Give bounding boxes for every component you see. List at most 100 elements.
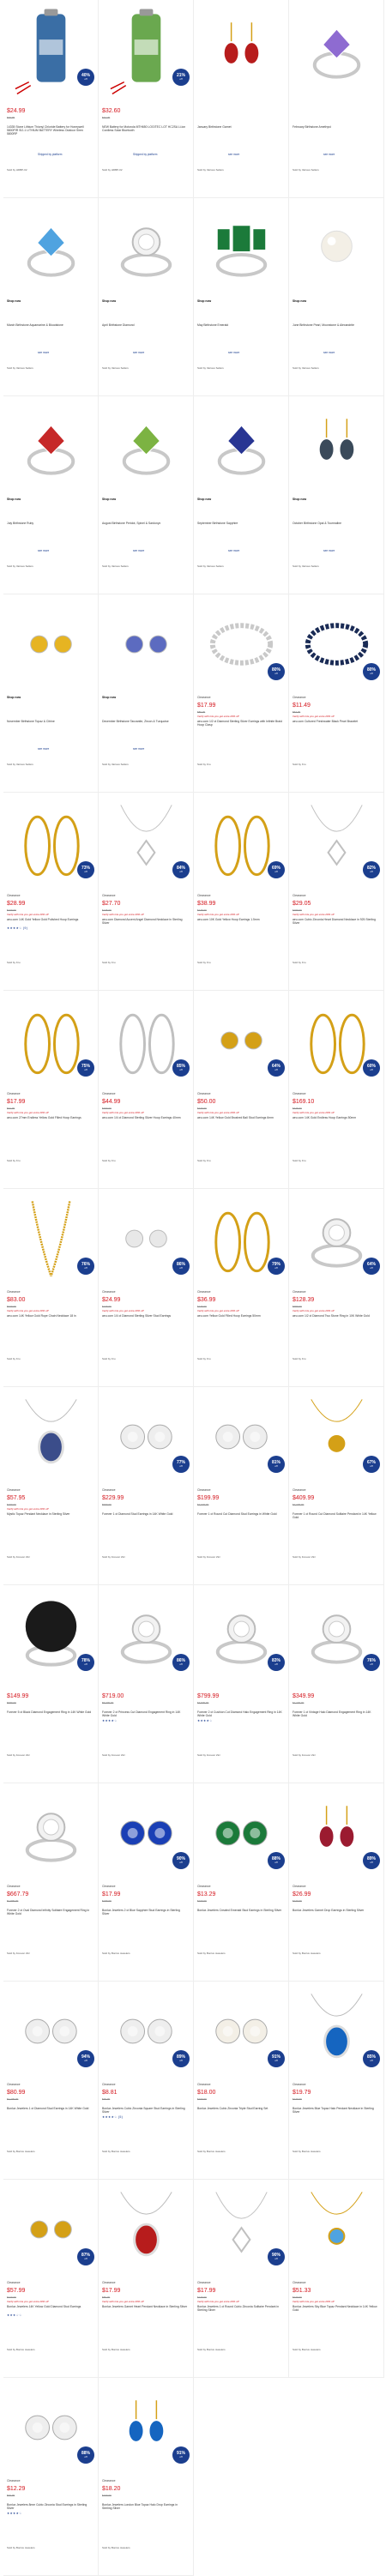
product-title[interactable]: August Birthstone Peridot, Spinel & Sard… bbox=[102, 522, 188, 525]
product-title[interactable]: aeu.com 1/2 ct Diamond Sterling Silver E… bbox=[197, 720, 283, 727]
product-image[interactable] bbox=[102, 2181, 190, 2277]
product-tile[interactable]: Clearance $17.99 $89.99 Verify with lots… bbox=[99, 2180, 194, 2378]
product-title[interactable]: May Birthstone Emerald bbox=[197, 323, 283, 327]
product-tile[interactable]: 67% off Clearance $409.99 $1,239.99 Forev… bbox=[289, 1387, 384, 1585]
product-tile[interactable]: 94% off Clearance $80.99 $1,299.99 Bonlux… bbox=[3, 1982, 99, 2180]
product-tile[interactable]: Clearance $667.79 $1,899.99 Forever 2 ct… bbox=[3, 1783, 99, 1982]
product-tile[interactable]: 81% off Clearance $199.99 $1,049.99 Forev… bbox=[194, 1387, 289, 1585]
product-tile[interactable]: 76% off $349.99 $1,479.99 Forever 1 ct Vi… bbox=[289, 1585, 384, 1783]
product-tag[interactable]: Shop now bbox=[293, 299, 306, 303]
product-tile[interactable]: 79% off Clearance $36.99 $179.99 Verify w… bbox=[194, 1189, 289, 1387]
product-title[interactable]: September Birthstone Sapphire bbox=[197, 522, 283, 525]
product-title[interactable]: Bonlux Jewelers 1 ct Diamond Stud Earrin… bbox=[7, 2107, 93, 2110]
product-tile[interactable]: 80% off Clearance $17.99 $89.99 Verify wi… bbox=[194, 594, 289, 793]
product-tile[interactable]: 90% off Clearance $17.99 $179.99 Verify w… bbox=[194, 2180, 289, 2378]
product-title[interactable]: Forever 5 ct Black Diamond Engagement Ri… bbox=[7, 1710, 93, 1714]
product-title[interactable]: Bonlux Jewelers Blue Topaz Halo Pendant … bbox=[293, 2107, 378, 2114]
product-image[interactable] bbox=[293, 398, 381, 494]
product-title[interactable]: Forever 2 ct Oval Diamond Infinity Solit… bbox=[7, 1909, 93, 1915]
product-tile[interactable]: 89% off Clearance $8.81 $79.99 Bonlux Jew… bbox=[99, 1982, 194, 2180]
product-image[interactable] bbox=[102, 200, 190, 296]
product-title[interactable]: Bonlux Jewelers Cubic Zirconia Triple St… bbox=[197, 2107, 283, 2110]
product-tile[interactable]: 82% off Clearance $29.05 $159.99 Verify w… bbox=[289, 793, 384, 991]
product-tile[interactable]: 69% off Clearance $38.99 $125.99 Verify w… bbox=[194, 793, 289, 991]
see-more-link[interactable]: see more bbox=[323, 153, 335, 156]
product-tile[interactable]: 21% off $32.60 $41.29 NEW Battery for Mot… bbox=[99, 0, 194, 198]
product-title[interactable]: November Birthstone Topaz & Citrine bbox=[7, 720, 93, 723]
see-more-link[interactable]: see more bbox=[228, 153, 239, 156]
product-title[interactable]: Forever 1 ct Round Cut Diamond Stud Earr… bbox=[197, 1512, 283, 1516]
product-image[interactable] bbox=[7, 1785, 95, 1881]
product-image[interactable] bbox=[197, 2, 286, 98]
product-tile[interactable]: 40% off $24.99 $40.99 14335 Stone Lithium… bbox=[3, 0, 99, 198]
product-tile[interactable]: 86% off $719.00 $5,099.99 Forever 2 ct Pr… bbox=[99, 1585, 194, 1783]
product-title[interactable]: July Birthstone Ruby bbox=[7, 522, 93, 525]
product-tile[interactable]: 75% off Clearance $17.99 $71.99 Verify wi… bbox=[3, 991, 99, 1189]
product-image[interactable] bbox=[7, 200, 95, 296]
product-title[interactable]: Bonlux Jewelers 8mm Cubic Zirconia Stud … bbox=[7, 2503, 93, 2510]
product-title[interactable]: Forever 2 ct Princess Cut Diamond Engage… bbox=[102, 1710, 188, 1717]
product-title[interactable]: aeu.com 1/4 ct Diamond Sterling Silver S… bbox=[102, 1314, 188, 1318]
product-title[interactable]: Forever 2 ct Cushion Cut Diamond Halo En… bbox=[197, 1710, 283, 1717]
product-tile[interactable]: 64% off Clearance $50.00 $139.99 Verify w… bbox=[194, 991, 289, 1189]
product-title[interactable]: April Birthstone Diamond bbox=[102, 323, 188, 327]
product-tile[interactable]: 78% off $149.99 $689.99 Forever 5 ct Blac… bbox=[3, 1585, 99, 1783]
product-tile[interactable]: 91% off Clearance $18.20 $199.99 Bonlux J… bbox=[99, 2378, 194, 2576]
product-tile[interactable]: 77% off Clearance $229.99 $999.99 Forever… bbox=[99, 1387, 194, 1585]
see-more-link[interactable]: see more bbox=[323, 549, 335, 552]
product-title[interactable]: Bonlux Jewelers Garnet Drop Earrings in … bbox=[293, 1909, 378, 1912]
see-more-link[interactable]: see more bbox=[133, 549, 144, 552]
product-title[interactable]: aeu.com Cubic Zirconia Heart Diamond Nec… bbox=[293, 918, 378, 925]
product-tile[interactable]: Shop now August Birthstone Peridot, Spin… bbox=[99, 396, 194, 594]
product-tile[interactable]: 87% off Clearance $57.99 $449.99 Verify w… bbox=[3, 2180, 99, 2378]
product-tile[interactable]: Shop now November Birthstone Topaz & Cit… bbox=[3, 594, 99, 793]
product-title[interactable]: aeu.com Cultured Freshwater Black Pearl … bbox=[293, 720, 378, 723]
product-title[interactable]: aeu.com 14K Yellow Gold Brushed Ball Stu… bbox=[197, 1116, 283, 1119]
product-title[interactable]: March Birthstone Aquamarine & Bloodstone bbox=[7, 323, 93, 327]
see-more-link[interactable]: see more bbox=[323, 351, 335, 354]
product-tag[interactable]: Shop now bbox=[197, 299, 211, 303]
product-tile[interactable]: 90% off Clearance $17.99 $189.99 Bonlux J… bbox=[99, 1783, 194, 1982]
product-title[interactable]: June Birthstone Pearl, Moonstone & Alexa… bbox=[293, 323, 378, 327]
see-more-link[interactable]: see more bbox=[38, 549, 49, 552]
product-title[interactable]: aeu.com 27mm Endless Yellow Gold Filled … bbox=[7, 1116, 93, 1119]
product-title[interactable]: Mystic Topaz Pendant Necklace in Sterlin… bbox=[7, 1512, 93, 1516]
product-title[interactable]: Bonlux Jewelers 14K Yellow Gold Diamond … bbox=[7, 2305, 93, 2308]
product-tile[interactable]: 80% off Clearance $11.49 $57.99 Verify wi… bbox=[289, 594, 384, 793]
product-tile[interactable]: Shop now May Birthstone Emerald see more… bbox=[194, 198, 289, 396]
product-tile[interactable]: February Birthstone Amethyst see more So… bbox=[289, 0, 384, 198]
product-tile[interactable]: 76% off Clearance $83.00 $349.99 Verify w… bbox=[3, 1189, 99, 1387]
product-tag[interactable]: Shop now bbox=[197, 498, 211, 501]
product-image[interactable] bbox=[293, 200, 381, 296]
product-tile[interactable]: Shop now June Birthstone Pearl, Moonston… bbox=[289, 198, 384, 396]
product-tile[interactable]: 88% off Clearance $13.29 $109.99 Bonlux J… bbox=[194, 1783, 289, 1982]
product-title[interactable]: Bonlux Jewelers Cubic Zirconia Square St… bbox=[102, 2107, 188, 2114]
product-title[interactable]: Bonlux Jewelers London Blue Topaz Halo D… bbox=[102, 2503, 188, 2510]
product-image[interactable] bbox=[102, 596, 190, 692]
product-tile[interactable]: Shop now March Birthstone Aquamarine & B… bbox=[3, 198, 99, 396]
product-title[interactable]: October Birthstone Opal & Tourmaline bbox=[293, 522, 378, 525]
see-more-link[interactable]: see more bbox=[228, 549, 239, 552]
product-tile[interactable]: Clearance $57.95 $159.99 Verify with lot… bbox=[3, 1387, 99, 1585]
product-tile[interactable]: Shop now December Birthstone Tanzanite, … bbox=[99, 594, 194, 793]
product-title[interactable]: aeu.com 14K Gold Endless Hoop Earrings 5… bbox=[293, 1116, 378, 1119]
product-tile[interactable]: Clearance $51.33 $249.99 Verify with lot… bbox=[289, 2180, 384, 2378]
product-tile[interactable]: 73% off Clearance $28.99 $109.99 Verify w… bbox=[3, 793, 99, 991]
product-title[interactable]: Bonlux Jewelers Created Emerald Stud Ear… bbox=[197, 1909, 283, 1912]
product-tile[interactable]: January Birthstone Garnet see more Sold … bbox=[194, 0, 289, 198]
product-tag[interactable]: Shop now bbox=[293, 498, 306, 501]
product-title[interactable]: aeu.com 1/2 ct Diamond Two Stone Ring in… bbox=[293, 1314, 378, 1318]
product-title[interactable]: aeu.com 14K Yellow Gold Rope Chain Neckl… bbox=[7, 1314, 93, 1318]
product-image[interactable] bbox=[293, 2, 381, 98]
product-title[interactable]: Forever 1 ct Diamond Stud Earrings in 14… bbox=[102, 1512, 188, 1516]
product-title[interactable]: January Birthstone Garnet bbox=[197, 125, 283, 129]
product-tile[interactable]: 89% off Clearance $26.99 $249.99 Bonlux J… bbox=[289, 1783, 384, 1982]
product-title[interactable]: aeu.com 10K Gold Yellow Hoop Earrings 1.… bbox=[197, 918, 283, 921]
product-tile[interactable]: 91% off Clearance $18.00 $199.99 Bonlux J… bbox=[194, 1982, 289, 2180]
product-tag[interactable]: Shop now bbox=[7, 696, 21, 699]
product-image[interactable] bbox=[197, 200, 286, 296]
product-tag[interactable]: Shop now bbox=[102, 498, 116, 501]
product-title[interactable]: February Birthstone Amethyst bbox=[293, 125, 378, 129]
see-more-link[interactable]: see more bbox=[38, 351, 49, 354]
product-title[interactable]: aeu.com Yellow Gold Filled Hoop Earrings… bbox=[197, 1314, 283, 1318]
